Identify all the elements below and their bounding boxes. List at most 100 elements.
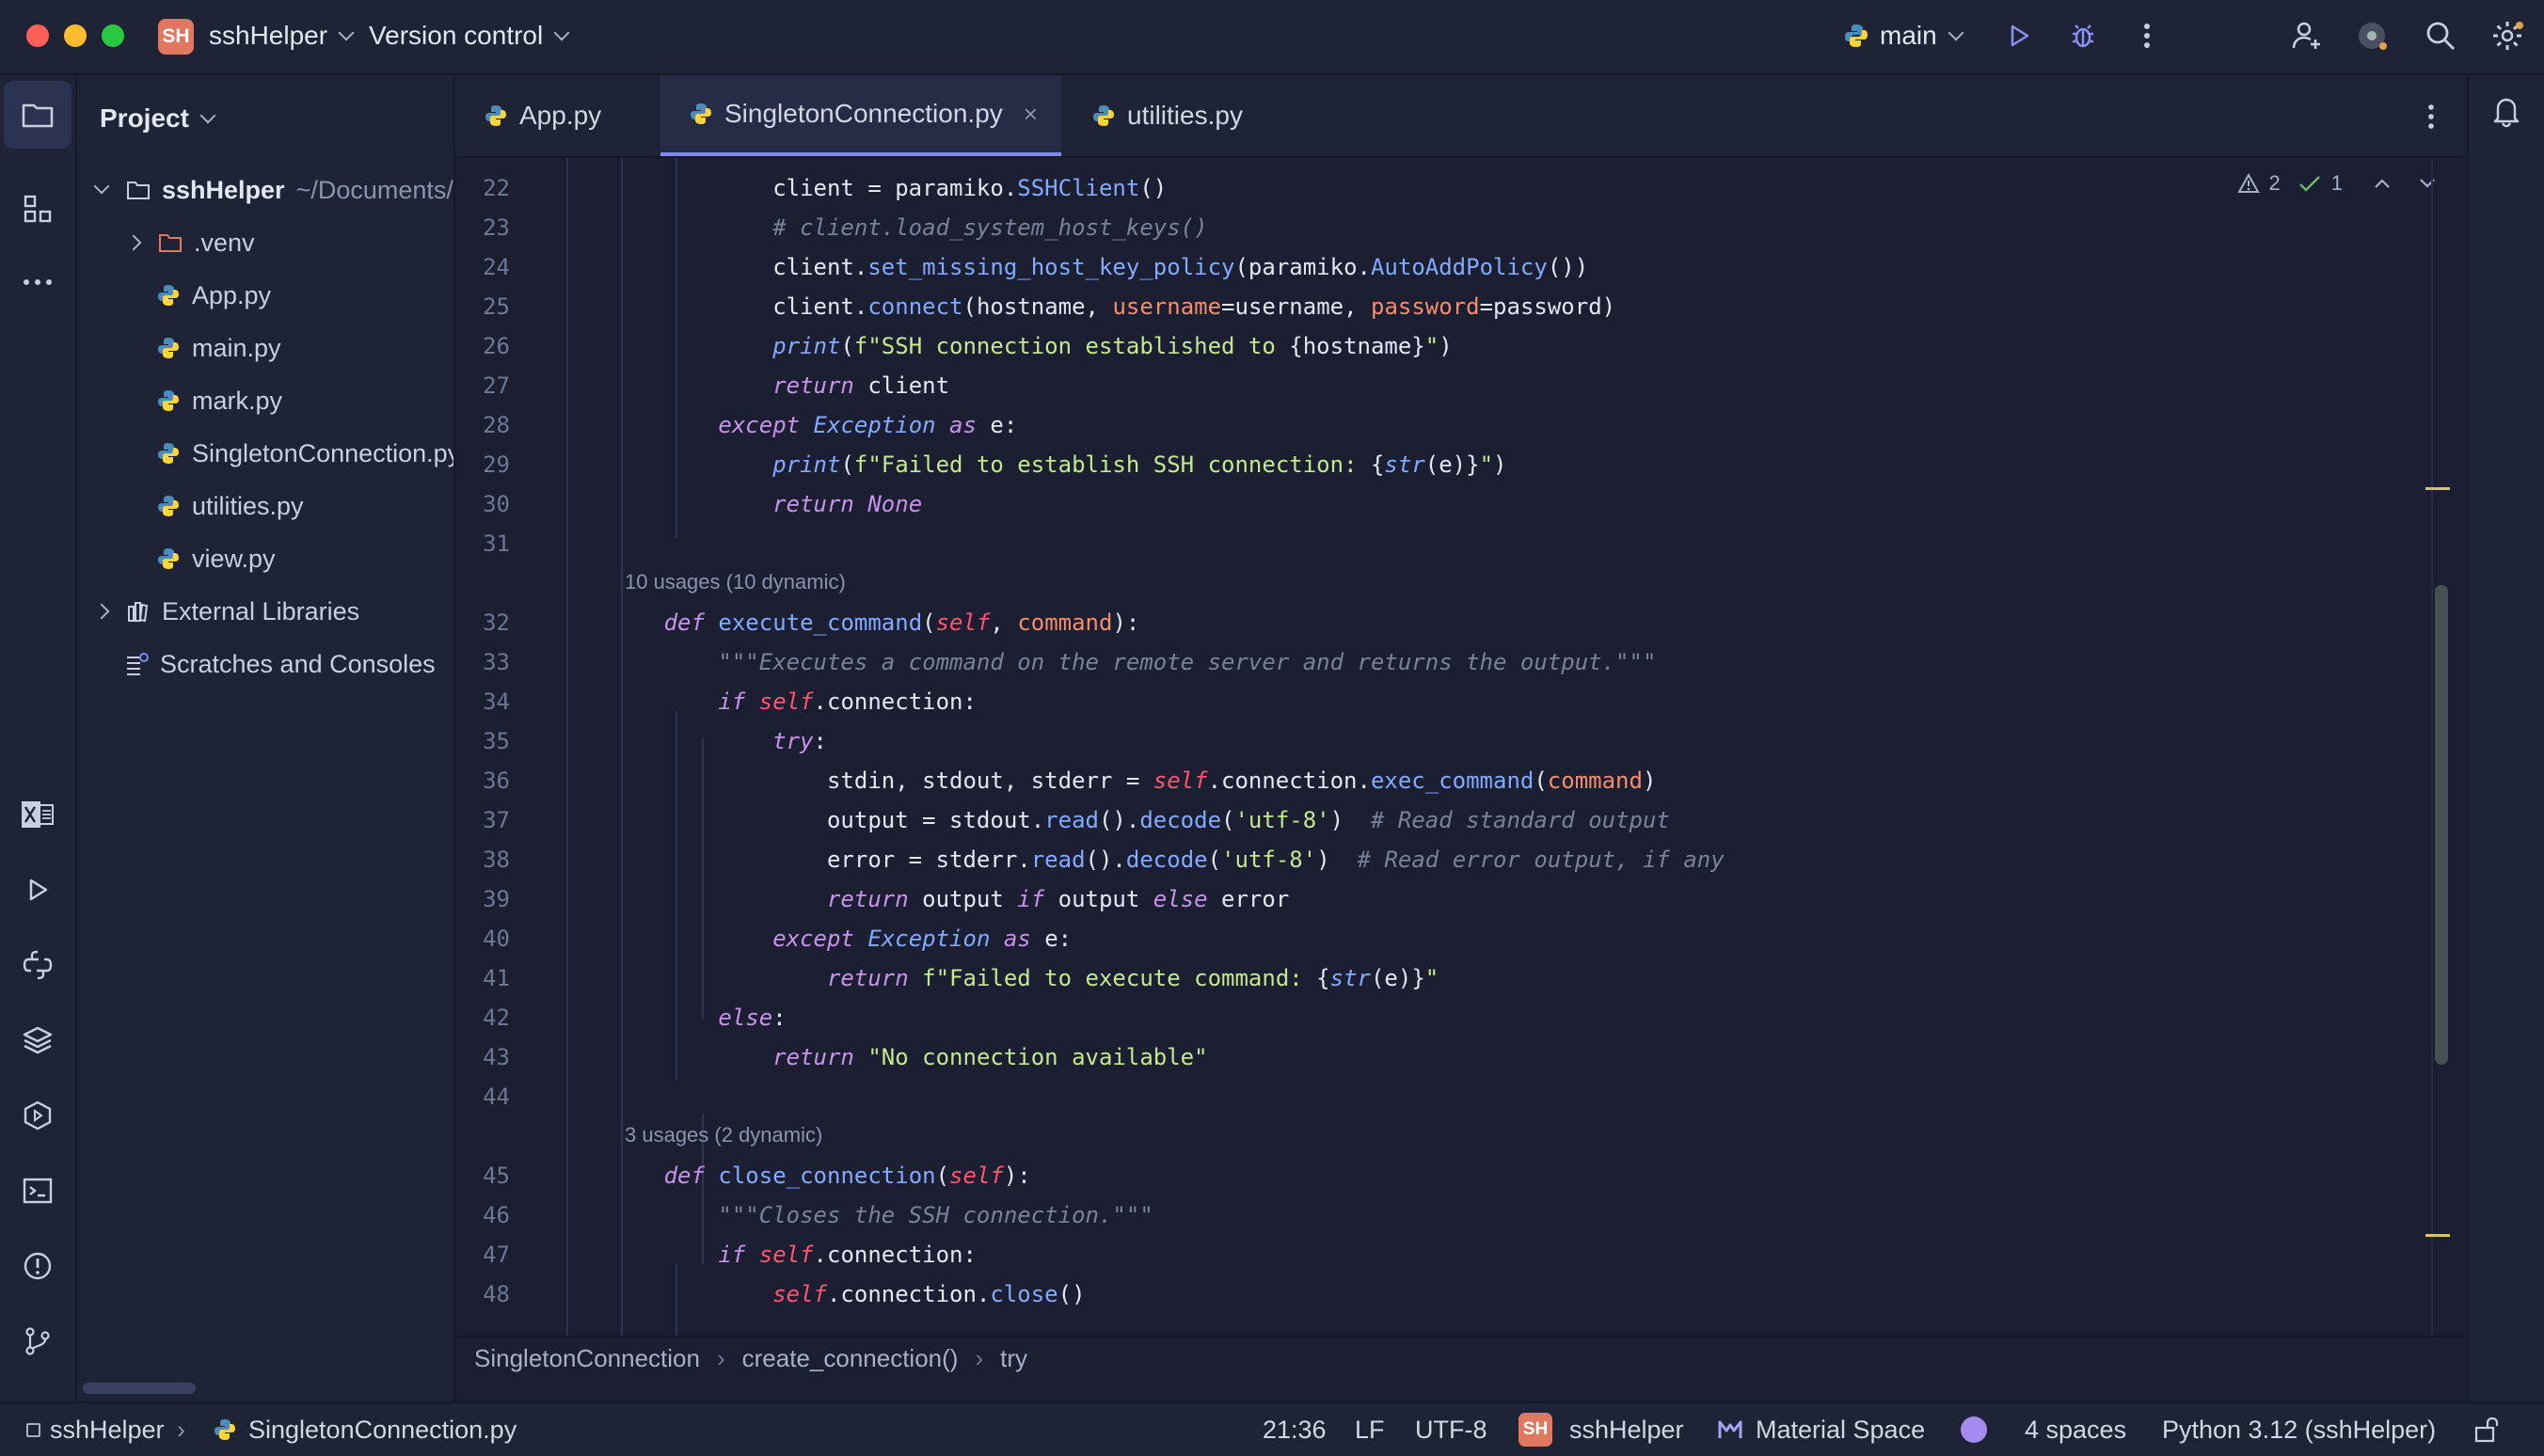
tree-item-label: mark.py [192,386,283,415]
branch-switcher[interactable]: main [1842,21,1964,51]
chevron-down-icon [199,107,216,124]
run-tool-icon[interactable] [19,871,56,909]
tree-item-scratches[interactable]: Scratches and Consoles [124,641,436,687]
indent-setting[interactable]: 4 spaces [2025,1403,2126,1456]
run-icon[interactable] [2000,17,2038,55]
problems-icon[interactable] [19,1247,56,1285]
check-icon [2298,176,2320,192]
line-number: 39 [483,886,510,912]
vcs-menu[interactable]: Version control [369,21,570,51]
tree-item-main-py[interactable]: main.py [156,325,281,371]
minimize-window-button[interactable] [64,24,87,47]
ok-count: 1 [2330,171,2343,195]
line-number: 32 [483,609,510,636]
status-project-badge-item[interactable]: SH sshHelper [1518,1403,1684,1456]
line-separator[interactable]: LF [1355,1403,1385,1456]
project-view-selector[interactable]: Project [100,103,216,134]
excel-icon[interactable] [19,796,56,833]
more-horizontal-icon[interactable] [19,263,56,301]
code-line: """Closes the SSH connection.""" [718,1202,1153,1228]
code-line: def close_connection(self): [663,1163,1031,1189]
python-file-icon [215,1419,235,1440]
settings-icon[interactable] [2489,17,2527,55]
code-editor[interactable]: 2 1 22 23 24 25 26 27 28 29 30 31 32 33 … [455,158,2465,1336]
line-number: 27 [483,372,510,399]
code-with-me-icon[interactable] [2354,17,2392,55]
tree-item-venv[interactable]: .venv [125,220,255,265]
line-number: 48 [483,1281,510,1307]
project-badge[interactable]: SH [158,19,194,55]
vertical-scrollbar[interactable] [2435,585,2448,1065]
usage-hint[interactable]: 3 usages (2 dynamic) [625,1123,822,1147]
theme-switcher[interactable]: Material Space [1718,1403,1925,1456]
code-line: def execute_command(self, command): [663,609,1140,636]
tree-item-mark-py[interactable]: mark.py [156,378,282,423]
horizontal-scrollbar[interactable] [83,1383,196,1394]
notifications-bell-icon[interactable] [2488,92,2525,130]
services-icon[interactable] [19,1097,56,1134]
code-line: if self.connection: [718,688,977,715]
code-line: print(f"SSH connection established to {h… [772,333,1453,359]
status-project[interactable]: sshHelper [26,1403,165,1456]
line-number: 38 [483,847,510,873]
terminal-icon[interactable] [19,1172,56,1210]
file-encoding[interactable]: UTF-8 [1415,1403,1487,1456]
warning-marker[interactable] [2425,487,2450,490]
python-file-icon [158,338,179,358]
structure-icon[interactable] [19,190,56,228]
tree-item-root[interactable]: sshHelper ~/Documents/ [93,167,453,213]
tree-item-external-libraries[interactable]: External Libraries [93,589,359,634]
code-line: return f"Failed to execute command: {str… [826,965,1439,991]
tree-item-label: App.py [192,280,272,309]
breadcrumb-item[interactable]: try [1000,1344,1027,1373]
tab-app-py[interactable]: App.py [455,75,659,156]
search-icon[interactable] [2422,17,2459,55]
add-user-icon[interactable] [2288,17,2326,55]
close-window-button[interactable] [26,24,49,47]
project-panel: Project sshHelper ~/Documents/ .venv App… [77,75,455,1401]
python-file-icon [158,443,179,464]
layers-icon[interactable] [19,1021,56,1059]
folder-icon [127,182,150,199]
warning-marker[interactable] [2425,1234,2450,1237]
breadcrumb-item[interactable]: SingletonConnection [474,1344,700,1373]
zoom-window-button[interactable] [102,24,124,47]
right-margin [2431,158,2433,1336]
material-theme-icon [1718,1420,1742,1438]
line-number: 22 [483,175,510,201]
tree-item-utilities-py[interactable]: utilities.py [156,483,304,529]
line-number: 29 [483,451,510,478]
tab-singleton-connection[interactable]: SingletonConnection.py × [660,75,1061,156]
status-file[interactable]: SingletonConnection.py [213,1403,517,1456]
chevron-down-icon [553,24,570,41]
lock-icon[interactable] [2472,1403,2501,1456]
inspection-widget[interactable]: 2 1 [2236,171,2438,196]
git-branch-icon[interactable] [19,1322,56,1360]
project-switcher[interactable]: sshHelper [209,21,355,51]
breadcrumb-item[interactable]: create_connection() [742,1344,959,1373]
tab-utilities-py[interactable]: utilities.py [1091,75,1336,156]
chevron-right-icon: › [716,1343,725,1372]
tab-options-icon[interactable] [2412,98,2450,135]
caret-position[interactable]: 21:36 [1263,1403,1327,1456]
tab-label: App.py [519,101,602,130]
line-number: 28 [483,412,510,438]
line-number: 47 [483,1242,510,1268]
status-bar: sshHelper › SingletonConnection.py 21:36… [0,1401,2544,1456]
python-interpreter[interactable]: Python 3.12 (sshHelper) [2162,1403,2436,1456]
debug-icon[interactable] [2064,17,2102,55]
line-number: 41 [483,965,510,991]
code-line: except Exception as e: [718,412,1018,438]
python-console-icon[interactable] [19,946,56,984]
theme-color-dot[interactable] [1961,1403,1987,1456]
project-folder-icon[interactable] [19,96,56,134]
more-vertical-icon[interactable] [2128,17,2166,55]
code-line: else: [718,1005,787,1031]
vcs-label: Version control [369,21,544,50]
close-icon[interactable]: × [1024,100,1038,129]
tree-item-app-py[interactable]: App.py [156,273,271,318]
status-project-badge: SH [1518,1413,1552,1447]
tree-item-singleton-py[interactable]: SingletonConnection.py [156,431,453,476]
tree-item-view-py[interactable]: view.py [156,536,276,581]
usage-hint[interactable]: 10 usages (10 dynamic) [625,570,846,594]
